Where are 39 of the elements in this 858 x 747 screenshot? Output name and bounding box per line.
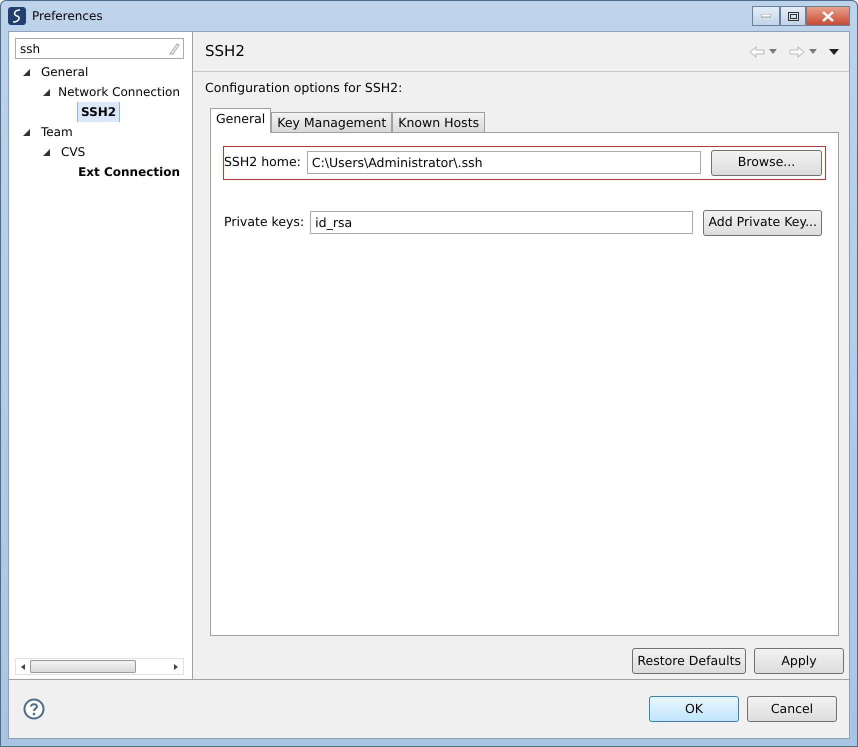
tree-item[interactable]: CVS (57, 142, 90, 162)
horizontal-scrollbar[interactable] (15, 658, 184, 675)
app-icon (8, 7, 26, 25)
dropdown-icon[interactable] (769, 49, 777, 54)
apply-button[interactable]: Apply (754, 648, 844, 674)
tree-item[interactable]: General (37, 62, 92, 82)
tab[interactable]: Known Hosts (392, 112, 486, 132)
tab[interactable]: Key Management (271, 112, 392, 132)
dialog-button[interactable]: OK (649, 696, 739, 722)
help-icon[interactable] (23, 698, 45, 720)
minimize-icon (761, 14, 771, 18)
browse-button[interactable]: Add Private Key... (703, 210, 822, 236)
close-icon (822, 10, 834, 22)
maximize-button[interactable] (780, 6, 806, 26)
field-label: Private keys: (224, 213, 304, 232)
tree-item[interactable]: Ext Connection (74, 162, 184, 182)
field-label: SSH2 home: (224, 153, 301, 172)
expanded-icon[interactable] (23, 68, 30, 76)
tab[interactable]: General (210, 108, 272, 133)
tree-item[interactable]: Team (37, 122, 77, 142)
filter-field[interactable]: ssh (15, 38, 184, 59)
restore-defaults-button[interactable]: Restore Defaults (632, 648, 746, 674)
dropdown-icon[interactable] (809, 49, 817, 54)
close-button[interactable] (806, 6, 850, 26)
tree-item[interactable]: Network Connection (54, 82, 184, 102)
expanded-icon[interactable] (43, 88, 50, 96)
view-menu-icon[interactable] (829, 48, 839, 54)
dialog-button[interactable]: Cancel (747, 696, 837, 722)
expanded-icon[interactable] (23, 128, 30, 136)
page-title: SSH2 (205, 41, 245, 62)
text-field[interactable]: id_rsa (310, 211, 694, 234)
maximize-icon (788, 12, 798, 20)
browse-button[interactable]: Browse... (711, 150, 822, 176)
minimize-button[interactable] (752, 6, 780, 26)
window-title: Preferences (32, 8, 103, 25)
text-field[interactable]: C:\Users\Administrator\.ssh (306, 151, 701, 174)
tree-item[interactable]: SSH2 (77, 102, 120, 122)
expanded-icon[interactable] (43, 148, 50, 156)
page-description: Configuration options for SSH2: (205, 79, 404, 97)
